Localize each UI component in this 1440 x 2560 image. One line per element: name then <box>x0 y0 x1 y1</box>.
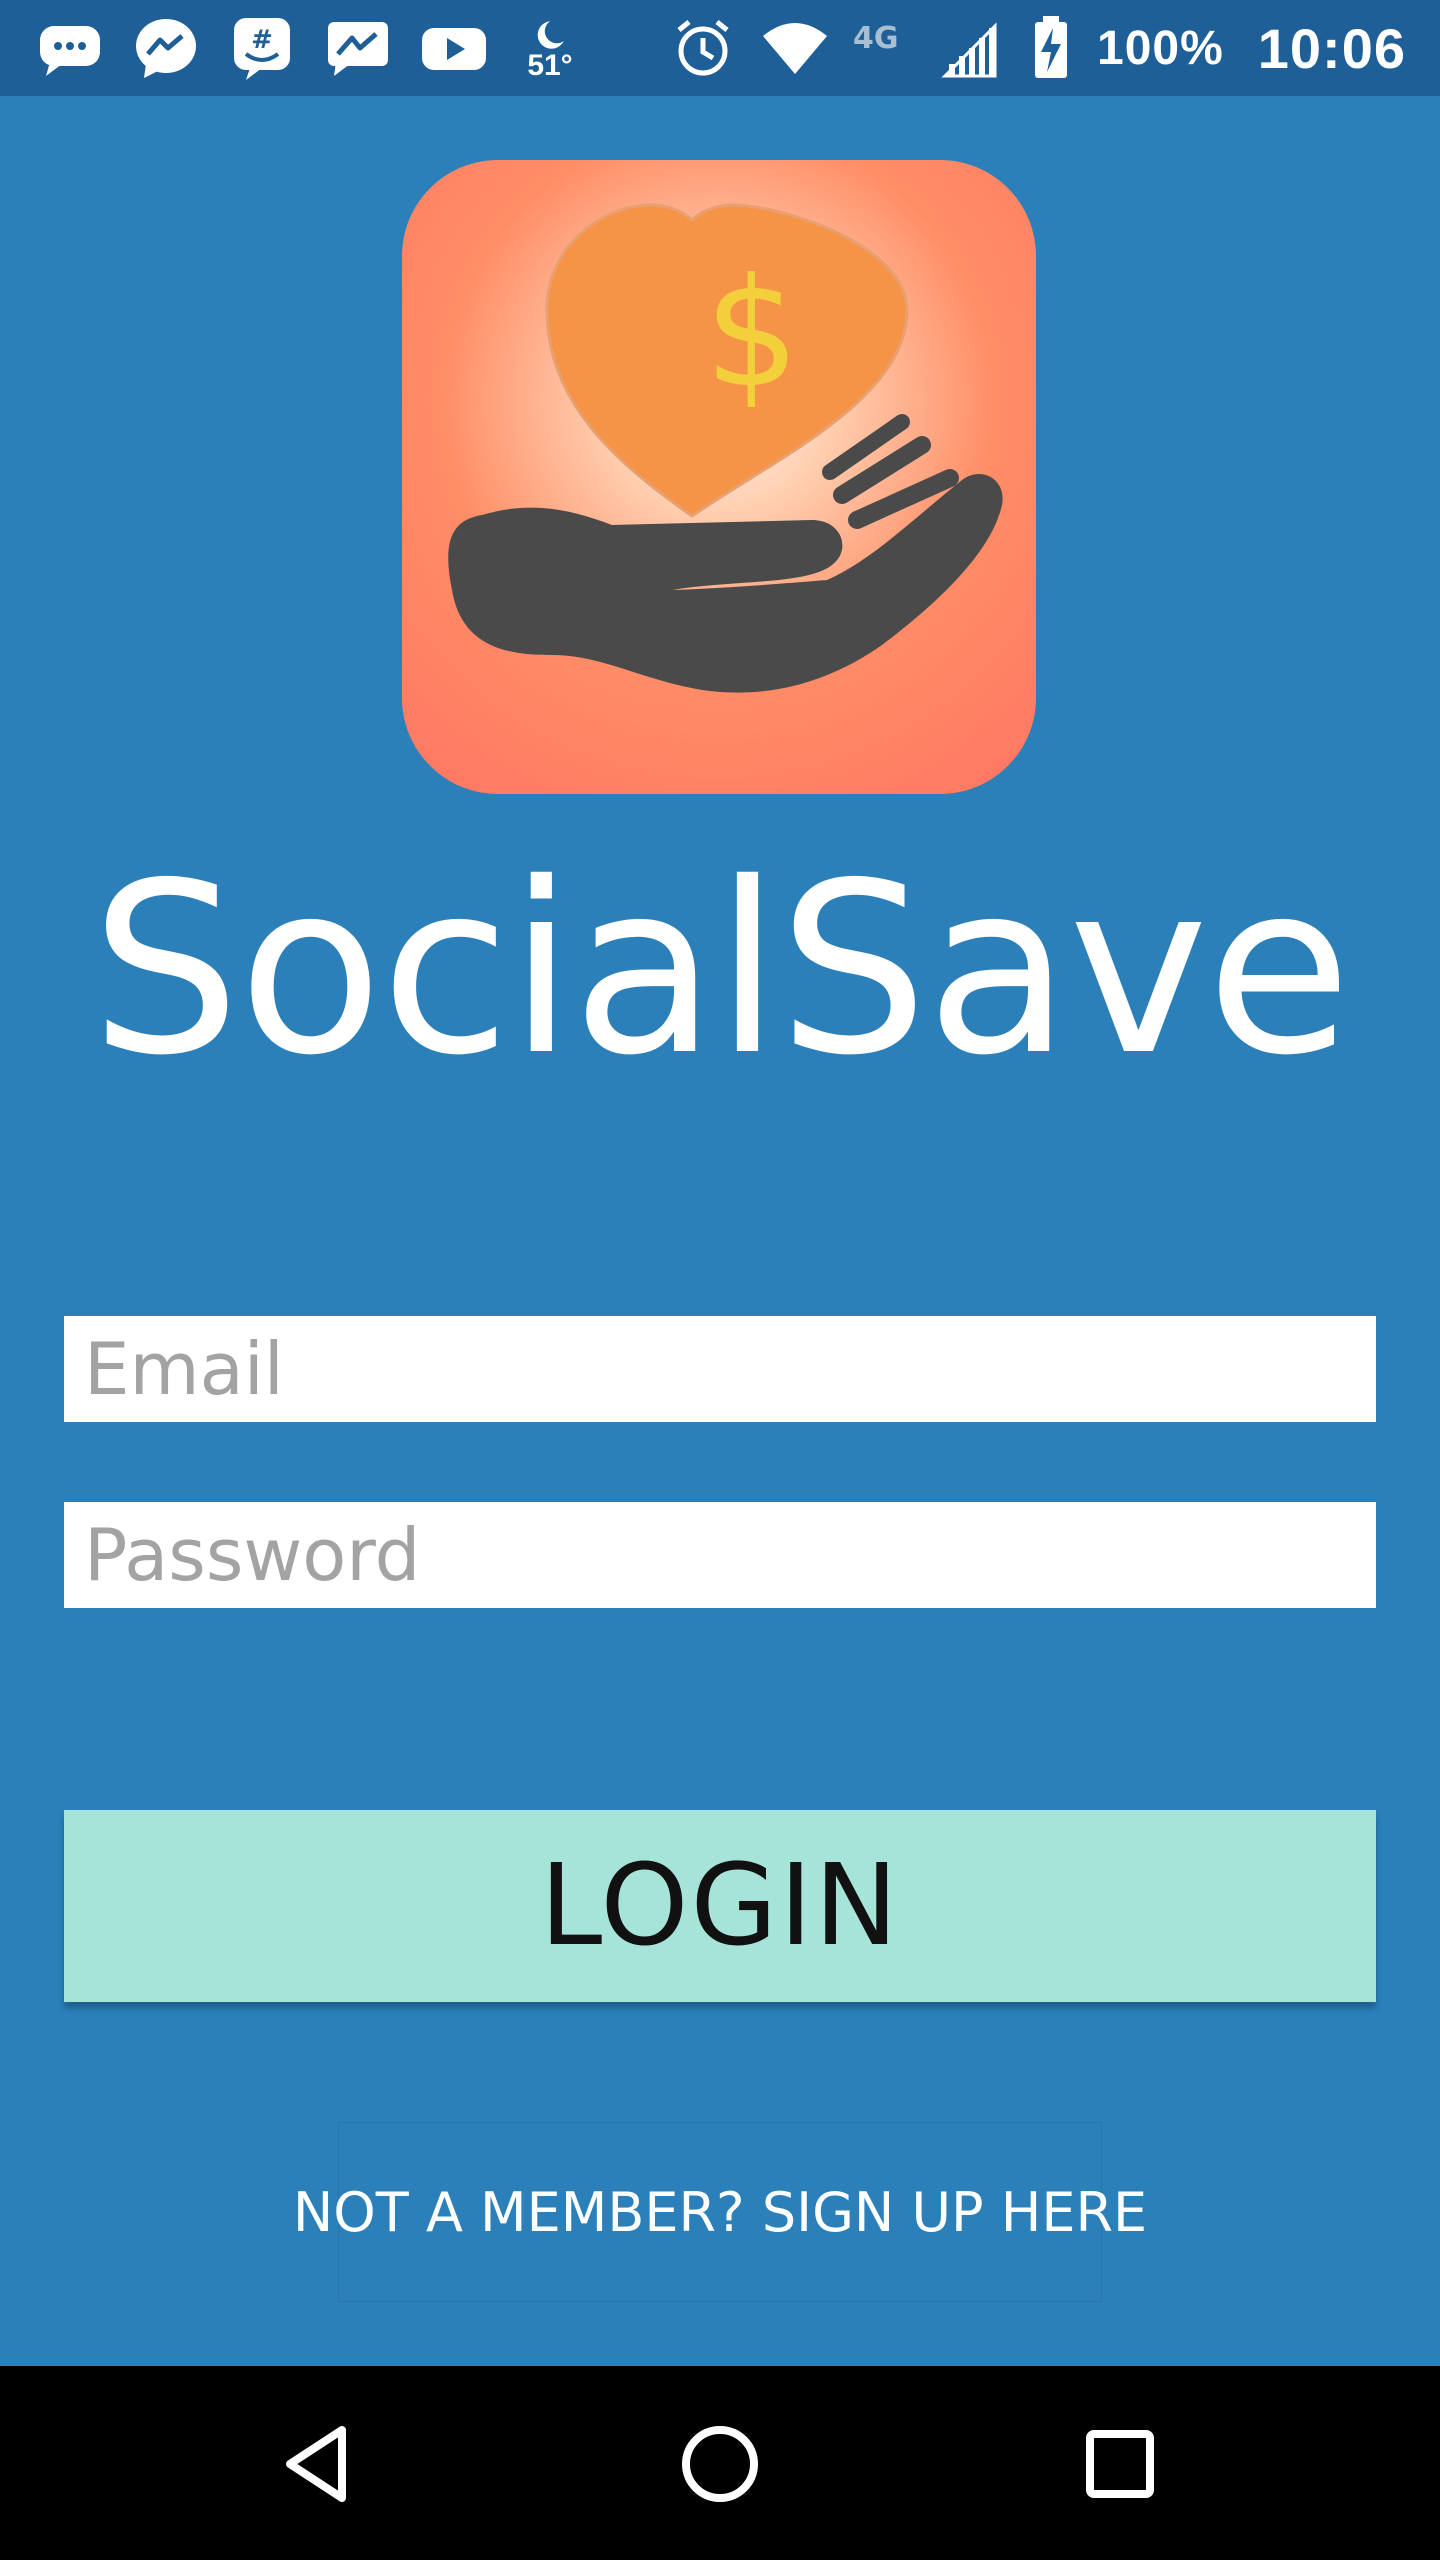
system-status: 4G 100% 10:06 <box>669 0 1406 96</box>
notification-icons: # 51° <box>36 0 584 96</box>
navigation-bar <box>0 2366 1440 2560</box>
recent-apps-icon[interactable] <box>1072 2416 1168 2512</box>
heart-dollar-hand-icon: $ <box>402 160 1036 794</box>
svg-text:$: $ <box>704 247 799 421</box>
signup-link-button[interactable]: NOT A MEMBER? SIGN UP HERE <box>293 2122 1147 2302</box>
alarm-icon <box>669 14 737 82</box>
svg-text:#: # <box>251 25 273 55</box>
weather-temp: 51° <box>527 49 573 82</box>
app-title: SocialSave <box>90 832 1352 1107</box>
lte-icon: 4G <box>853 14 913 82</box>
svg-text:4G: 4G <box>853 21 899 56</box>
login-button[interactable]: LOGIN <box>64 1810 1376 2002</box>
clock: 10:06 <box>1257 16 1406 80</box>
youtube-icon <box>420 14 488 82</box>
status-bar: # 51° 4G 100% 10:06 <box>0 0 1440 96</box>
back-icon[interactable] <box>272 2416 368 2512</box>
chat-bubble-icon <box>36 14 104 82</box>
battery-percent: 100% <box>1097 21 1224 75</box>
email-input[interactable] <box>64 1316 1376 1422</box>
battery-charging-icon <box>1029 14 1073 82</box>
home-icon[interactable] <box>672 2416 768 2512</box>
groupme-icon: # <box>228 14 296 82</box>
wifi-icon <box>761 14 829 82</box>
messenger-icon <box>132 14 200 82</box>
signal-icon <box>937 14 1005 82</box>
password-input[interactable] <box>64 1502 1376 1608</box>
messenger-alt-icon <box>324 14 392 82</box>
weather-widget: 51° <box>516 14 584 82</box>
